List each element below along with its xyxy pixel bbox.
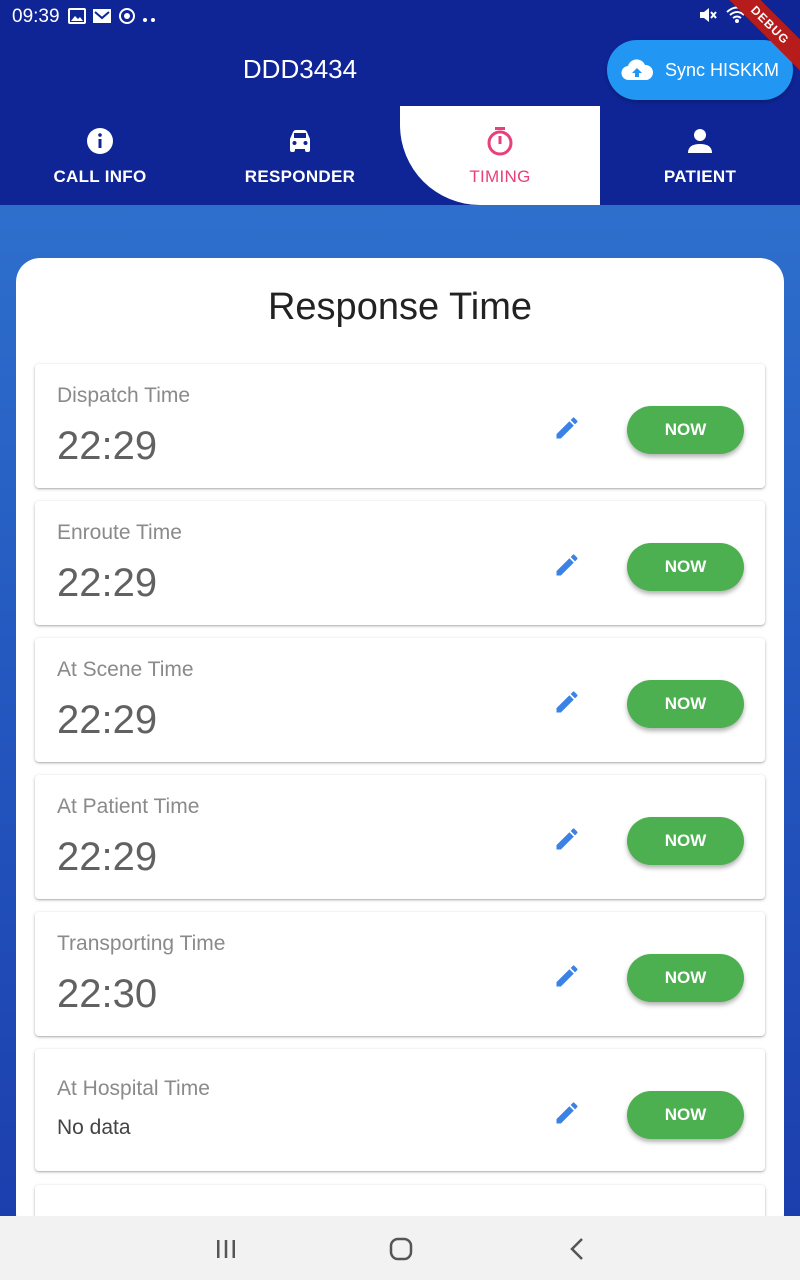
time-row-at-scene: At Scene Time 22:29 NOW — [35, 638, 765, 762]
time-value: 22:29 — [57, 698, 158, 742]
edit-icon[interactable] — [553, 825, 581, 853]
edit-icon[interactable] — [553, 414, 581, 442]
tab-bar: CALL INFO RESPONDER TIMING PATIENT — [0, 106, 800, 205]
tab-patient[interactable]: PATIENT — [600, 106, 800, 205]
now-button[interactable]: NOW — [627, 1091, 744, 1139]
time-label: Transporting Time — [57, 932, 226, 955]
recents-icon[interactable] — [211, 1234, 241, 1264]
tab-responder[interactable]: RESPONDER — [200, 106, 400, 205]
mute-icon — [698, 6, 718, 29]
time-row-at-patient: At Patient Time 22:29 NOW — [35, 775, 765, 899]
now-button[interactable]: NOW — [627, 680, 744, 728]
edit-icon[interactable] — [553, 1099, 581, 1127]
tab-call-info[interactable]: CALL INFO — [0, 106, 200, 205]
time-row-at-hospital: At Hospital Time No data NOW — [35, 1049, 765, 1171]
status-icons-left — [68, 7, 156, 30]
time-value: 22:29 — [57, 561, 158, 605]
time-value: 22:29 — [57, 424, 158, 468]
time-label: At Scene Time — [57, 658, 194, 681]
gallery-icon — [68, 8, 86, 29]
person-icon — [687, 125, 713, 157]
time-value: 22:30 — [57, 972, 158, 1016]
page-title: DDD3434 — [242, 54, 358, 84]
sync-button[interactable]: Sync HISKKM — [607, 40, 793, 100]
status-bar: 09:39 — [0, 0, 800, 32]
back-icon[interactable] — [562, 1234, 592, 1264]
info-icon — [86, 125, 114, 157]
tab-label: CALL INFO — [53, 166, 147, 186]
app-bar: DDD3434 Sync HISKKM CALL INFO RESPONDER … — [0, 32, 800, 205]
more-dots-icon — [142, 10, 156, 28]
time-row-dispatch: Dispatch Time 22:29 NOW — [35, 364, 765, 488]
edit-icon[interactable] — [553, 551, 581, 579]
now-button[interactable]: NOW — [627, 954, 744, 1002]
now-button[interactable]: NOW — [627, 406, 744, 454]
time-label: Dispatch Time — [57, 384, 191, 407]
car-icon — [286, 125, 314, 157]
cloud-upload-icon — [621, 58, 654, 82]
edit-icon[interactable] — [553, 688, 581, 716]
time-row-transporting: Transporting Time 22:30 NOW — [35, 912, 765, 1036]
response-time-card: Response Time Dispatch Time 22:29 NOW En… — [16, 258, 784, 1238]
home-icon[interactable] — [386, 1234, 416, 1264]
edit-icon[interactable] — [553, 962, 581, 990]
time-value: 22:29 — [57, 835, 158, 879]
time-label: At Hospital Time — [57, 1077, 210, 1100]
card-title: Response Time — [267, 286, 532, 328]
time-value: No data — [57, 1116, 131, 1139]
sync-button-label: Sync HISKKM — [665, 59, 780, 80]
time-row-enroute: Enroute Time 22:29 NOW — [35, 501, 765, 625]
mail-icon — [92, 8, 112, 29]
now-button[interactable]: NOW — [627, 817, 744, 865]
tab-label: PATIENT — [663, 166, 737, 186]
time-label: Enroute Time — [57, 521, 182, 544]
sync-status-icon — [118, 7, 136, 30]
tab-label: TIMING — [469, 166, 531, 186]
timer-icon — [486, 125, 514, 157]
tab-label: RESPONDER — [244, 166, 356, 186]
now-button[interactable]: NOW — [627, 543, 744, 591]
status-time: 09:39 — [12, 6, 60, 27]
system-nav-bar — [0, 1216, 800, 1280]
time-label: At Patient Time — [57, 795, 200, 818]
tab-timing[interactable]: TIMING — [400, 106, 600, 205]
